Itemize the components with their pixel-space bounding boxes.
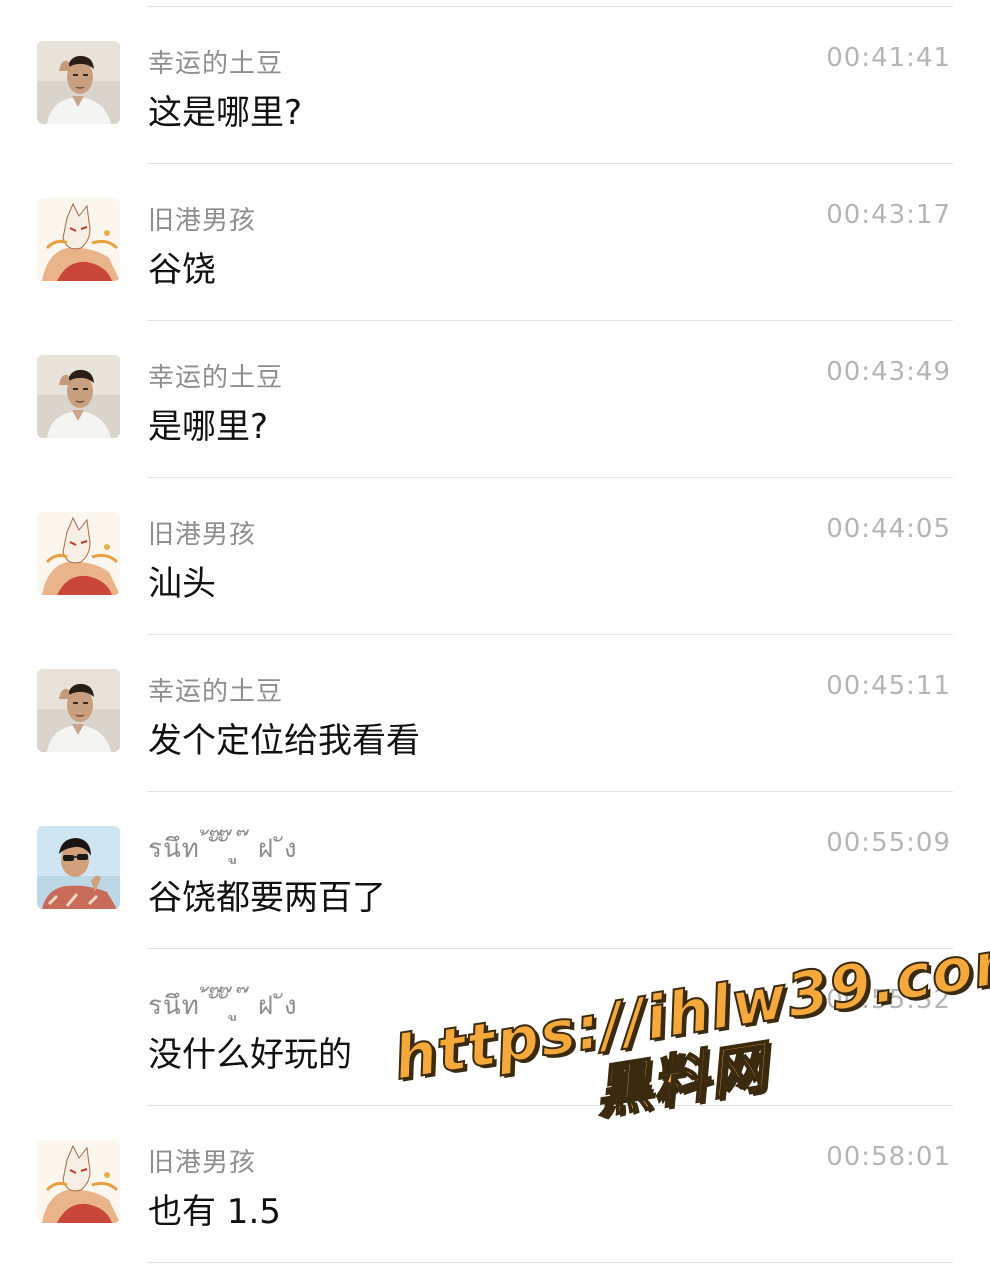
sender-name[interactable]: 幸运的土豆 [148, 43, 283, 80]
message-text[interactable]: 发个定位给我看看 [148, 713, 420, 762]
avatar[interactable] [37, 1140, 120, 1223]
sender-name[interactable]: รนึท ้ ั๊ ั๊ ู ๊ ฝ ัง [148, 985, 298, 1026]
message-time: 00:55:09 [826, 828, 951, 858]
chat-history-page: 幸运的土豆 00:41:41 这是哪里? 旧港男孩 00:43:17 谷饶 幸运… [0, 0, 990, 1280]
message-text[interactable]: 谷饶都要两百了 [148, 870, 386, 919]
message-row[interactable]: 幸运的土豆 00:43:49 是哪里? [0, 321, 990, 478]
message-row[interactable]: 幸运的土豆 00:41:41 这是哪里? [0, 7, 990, 164]
avatar[interactable] [37, 355, 120, 438]
sender-name[interactable]: 旧港男孩 [148, 200, 256, 237]
message-time: 00:43:17 [826, 200, 951, 230]
message-time: 00:43:49 [826, 357, 951, 387]
message-row[interactable]: รนึท ้ ั๊ ั๊ ู ๊ ฝ ัง 00:55:09 谷饶都要两百了 [0, 792, 990, 949]
message-text[interactable]: 没什么好玩的 [148, 1027, 352, 1076]
message-text[interactable]: 也有 1.5 [148, 1184, 281, 1233]
message-text[interactable]: 汕头 [148, 556, 216, 605]
anime-fox-mask-avatar [37, 198, 120, 281]
avatar[interactable] [37, 826, 120, 909]
anime-fox-mask-avatar [37, 1140, 120, 1223]
man-white-shirt-avatar [37, 41, 120, 124]
message-row[interactable]: 旧港男孩 00:44:05 汕头 [0, 478, 990, 635]
row-divider [147, 1262, 953, 1263]
message-time: 00:41:41 [826, 43, 951, 73]
message-time: 00:58:01 [826, 1142, 951, 1172]
sender-name[interactable]: 幸运的土豆 [148, 671, 283, 708]
man-sunglasses-avatar [37, 826, 120, 909]
avatar[interactable] [37, 198, 120, 281]
sender-name[interactable]: รนึท ้ ั๊ ั๊ ู ๊ ฝ ัง [148, 828, 298, 869]
man-white-shirt-avatar [37, 355, 120, 438]
avatar[interactable] [37, 669, 120, 752]
message-row[interactable]: 旧港男孩 00:58:01 也有 1.5 [0, 1106, 990, 1263]
message-time: 00:44:05 [826, 514, 951, 544]
message-text[interactable]: 这是哪里? [148, 85, 302, 134]
avatar[interactable] [37, 512, 120, 595]
sender-name[interactable]: 旧港男孩 [148, 514, 256, 551]
avatar[interactable] [37, 41, 120, 124]
message-text[interactable]: 是哪里? [148, 399, 268, 448]
message-text[interactable]: 谷饶 [148, 242, 216, 291]
message-time: 00:55:32 [826, 985, 951, 1015]
message-time: 00:45:11 [826, 671, 951, 701]
message-row[interactable]: รนึท ้ ั๊ ั๊ ู ๊ ฝ ัง 00:55:32 没什么好玩的 [0, 949, 990, 1106]
message-row[interactable]: 旧港男孩 00:43:17 谷饶 [0, 164, 990, 321]
message-row[interactable]: 幸运的土豆 00:45:11 发个定位给我看看 [0, 635, 990, 792]
sender-name[interactable]: 幸运的土豆 [148, 357, 283, 394]
man-white-shirt-avatar [37, 669, 120, 752]
sender-name[interactable]: 旧港男孩 [148, 1142, 256, 1179]
anime-fox-mask-avatar [37, 512, 120, 595]
